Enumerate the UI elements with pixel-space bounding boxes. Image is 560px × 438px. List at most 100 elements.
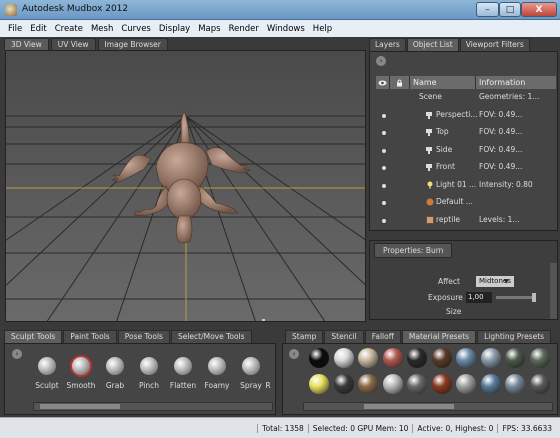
- list-item[interactable]: Perspecti... FOV: 0.49...: [376, 107, 556, 125]
- visibility-column-header[interactable]: [376, 76, 390, 89]
- menu-file[interactable]: File: [4, 24, 26, 34]
- menu-curves[interactable]: Curves: [117, 24, 155, 34]
- list-item[interactable]: Light 01 ... Intensity: 0.80: [376, 177, 556, 195]
- list-item[interactable]: Top FOV: 0.49...: [376, 124, 556, 142]
- exposure-slider-track[interactable]: [496, 296, 536, 299]
- material-swatch[interactable]: [382, 348, 403, 368]
- object-info: Levels: 1...: [479, 214, 520, 224]
- menu-mesh[interactable]: Mesh: [87, 24, 117, 34]
- tool-label: Foamy: [204, 381, 230, 390]
- visibility-dot[interactable]: [382, 166, 386, 170]
- list-item[interactable]: Side FOV: 0.49...: [376, 142, 556, 160]
- visibility-dot[interactable]: [382, 131, 386, 135]
- material-tray-scrollbar[interactable]: [303, 402, 553, 411]
- properties-scrollbar[interactable]: [550, 263, 557, 319]
- visibility-dot[interactable]: [382, 183, 386, 188]
- 3d-viewport[interactable]: [5, 50, 366, 322]
- tab-properties-burn[interactable]: Properties: Burn: [374, 243, 453, 258]
- material-swatch[interactable]: [529, 374, 550, 394]
- material-swatch[interactable]: [529, 348, 550, 368]
- tab-viewport-filters[interactable]: Viewport Filters: [459, 38, 530, 51]
- tab-paint-tools[interactable]: Paint Tools: [63, 330, 117, 343]
- scrollbar-thumb[interactable]: [364, 404, 454, 409]
- maximize-button[interactable]: □: [499, 2, 521, 17]
- tab-sculpt-tools[interactable]: Sculpt Tools: [4, 330, 63, 343]
- tool-sculpt[interactable]: Sculpt: [29, 357, 65, 390]
- material-swatch[interactable]: [505, 348, 525, 368]
- tab-lighting-presets[interactable]: Lighting Presets: [477, 330, 552, 343]
- tool-flatten[interactable]: Flatten: [165, 357, 201, 390]
- material-swatch[interactable]: [456, 348, 476, 368]
- list-item[interactable]: Front FOV: 0.49...: [376, 159, 556, 177]
- tab-falloff[interactable]: Falloff: [364, 330, 401, 343]
- tool-smooth[interactable]: Smooth: [63, 357, 99, 390]
- list-item[interactable]: Scene Geometries: 1...: [376, 89, 556, 107]
- list-item[interactable]: Default ...: [376, 194, 556, 212]
- menu-render[interactable]: Render: [225, 24, 263, 34]
- viewport-handle[interactable]: [262, 319, 265, 322]
- tool-pinch[interactable]: Pinch: [131, 357, 167, 390]
- menu-create[interactable]: Create: [51, 24, 87, 34]
- material-swatch[interactable]: [333, 374, 354, 394]
- material-swatch[interactable]: [358, 374, 378, 394]
- object-name: reptile: [436, 214, 461, 224]
- light-icon: [427, 181, 433, 188]
- tool-label: Pinch: [138, 381, 160, 390]
- affect-label: Affect: [438, 277, 460, 286]
- visibility-dot[interactable]: [382, 148, 386, 153]
- menu-maps[interactable]: Maps: [194, 24, 224, 34]
- close-button[interactable]: X: [521, 2, 557, 17]
- tool-foamy[interactable]: Foamy: [199, 357, 235, 390]
- tray-expand-icon[interactable]: ›: [12, 349, 22, 359]
- tool-repeat[interactable]: R: [261, 357, 275, 390]
- material-swatch[interactable]: [431, 348, 452, 368]
- menu-help[interactable]: Help: [309, 24, 336, 34]
- visibility-dot[interactable]: [382, 113, 386, 118]
- material-swatch[interactable]: [505, 374, 525, 394]
- tab-stamp[interactable]: Stamp: [285, 330, 324, 343]
- exposure-slider-thumb[interactable]: [532, 293, 536, 302]
- material-swatch[interactable]: [407, 374, 427, 394]
- object-list-panel: › Name Information Scene Geometries: 1..…: [369, 51, 558, 231]
- material-swatch[interactable]: [480, 374, 501, 394]
- scrollbar-thumb[interactable]: [40, 404, 120, 409]
- material-swatch[interactable]: [407, 348, 427, 368]
- foamy-icon: [208, 357, 226, 375]
- tab-pose-tools[interactable]: Pose Tools: [117, 330, 170, 343]
- material-swatch[interactable]: [358, 348, 378, 368]
- minimize-button[interactable]: –: [476, 2, 499, 17]
- information-column-header[interactable]: Information: [476, 76, 556, 89]
- object-list-header: Name Information: [376, 76, 556, 89]
- menu-display[interactable]: Display: [155, 24, 194, 34]
- material-swatch[interactable]: [309, 348, 329, 368]
- visibility-dot[interactable]: [382, 201, 386, 205]
- tool-tray-scrollbar[interactable]: [33, 402, 273, 411]
- chevron-down-icon[interactable]: ▼: [504, 278, 509, 285]
- tab-stencil[interactable]: Stencil: [324, 330, 364, 343]
- tray-expand-icon[interactable]: ›: [289, 349, 299, 359]
- tool-grab[interactable]: Grab: [97, 357, 133, 390]
- material-swatch[interactable]: [456, 374, 476, 394]
- material-swatch[interactable]: [480, 348, 501, 368]
- lock-column-header[interactable]: [390, 76, 410, 89]
- tab-uv-view[interactable]: UV View: [50, 38, 96, 50]
- visibility-dot[interactable]: [382, 218, 386, 223]
- material-swatch[interactable]: [333, 348, 354, 368]
- tab-select-move-tools[interactable]: Select/Move Tools: [170, 330, 252, 343]
- tab-object-list[interactable]: Object List: [406, 38, 459, 51]
- material-presets-tray: ›: [282, 343, 558, 415]
- panel-expand-icon[interactable]: ›: [376, 56, 386, 66]
- menu-windows[interactable]: Windows: [263, 24, 309, 34]
- exposure-field[interactable]: 1,00: [466, 292, 492, 303]
- tab-3d-view[interactable]: 3D View: [4, 38, 49, 50]
- status-active: Active: 0, Highest: 0: [412, 423, 497, 433]
- list-item[interactable]: reptile Levels: 1...: [376, 212, 556, 230]
- menu-edit[interactable]: Edit: [26, 24, 50, 34]
- tab-layers[interactable]: Layers: [369, 38, 406, 51]
- tab-material-presets[interactable]: Material Presets: [401, 330, 477, 343]
- material-swatch[interactable]: [431, 374, 452, 394]
- name-column-header[interactable]: Name: [410, 76, 476, 89]
- material-swatch[interactable]: [309, 374, 329, 394]
- material-swatch[interactable]: [382, 374, 403, 394]
- tab-image-browser[interactable]: Image Browser: [97, 38, 168, 50]
